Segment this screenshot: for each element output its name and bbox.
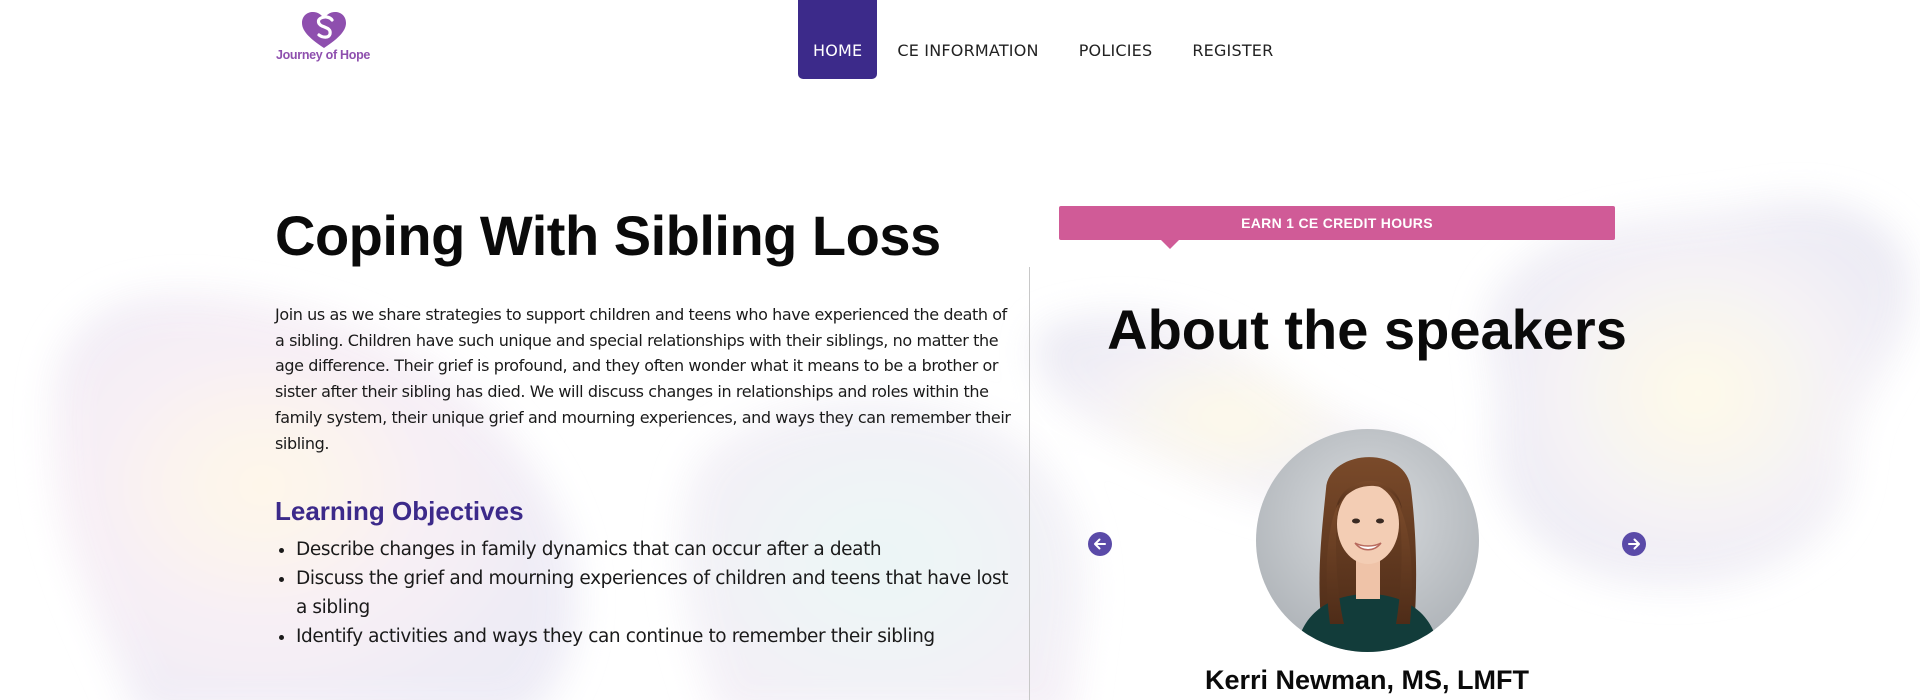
column-divider (1029, 267, 1030, 700)
speaker-name: Kerri Newman, MS, LMFT (1204, 665, 1530, 695)
page-title: Coping With Sibling Loss (275, 204, 941, 267)
site-header: Journey of Hope HOME CE INFORMATION POLI… (0, 0, 1920, 80)
list-item: Discuss the grief and mourning experienc… (296, 564, 1015, 622)
speaker-photo (1256, 429, 1479, 652)
banner-pointer (1161, 240, 1179, 249)
nav-home[interactable]: HOME (798, 0, 878, 79)
list-item: Describe changes in family dynamics that… (296, 535, 1015, 564)
ce-credit-banner: EARN 1 CE CREDIT HOURS (1059, 206, 1615, 240)
journey-of-hope-logo[interactable]: Journey of Hope (274, 10, 374, 68)
nav-register[interactable]: REGISTER (1172, 0, 1293, 79)
arrow-left-icon (1094, 538, 1106, 550)
speakers-heading: About the speakers (1107, 298, 1627, 361)
nav-policies[interactable]: POLICIES (1059, 0, 1173, 79)
course-description: Coping With Sibling Loss Join us as we s… (275, 200, 1015, 651)
intro-paragraph: Join us as we share strategies to suppor… (275, 305, 1011, 453)
list-item: Identify activities and ways they can co… (296, 622, 1015, 651)
objectives-list: Describe changes in family dynamics that… (275, 535, 1015, 651)
main-nav: HOME CE INFORMATION POLICIES REGISTER (798, 0, 1293, 79)
speaker-portrait-image (1256, 429, 1479, 652)
nav-ce-information[interactable]: CE INFORMATION (877, 0, 1058, 79)
heart-s-icon (302, 12, 346, 48)
learning-objectives-heading: Learning Objectives (275, 496, 524, 527)
logo-text: Journey of Hope (275, 48, 371, 62)
arrow-right-icon (1628, 538, 1640, 550)
carousel-prev-button[interactable] (1088, 532, 1112, 556)
carousel-next-button[interactable] (1622, 532, 1646, 556)
